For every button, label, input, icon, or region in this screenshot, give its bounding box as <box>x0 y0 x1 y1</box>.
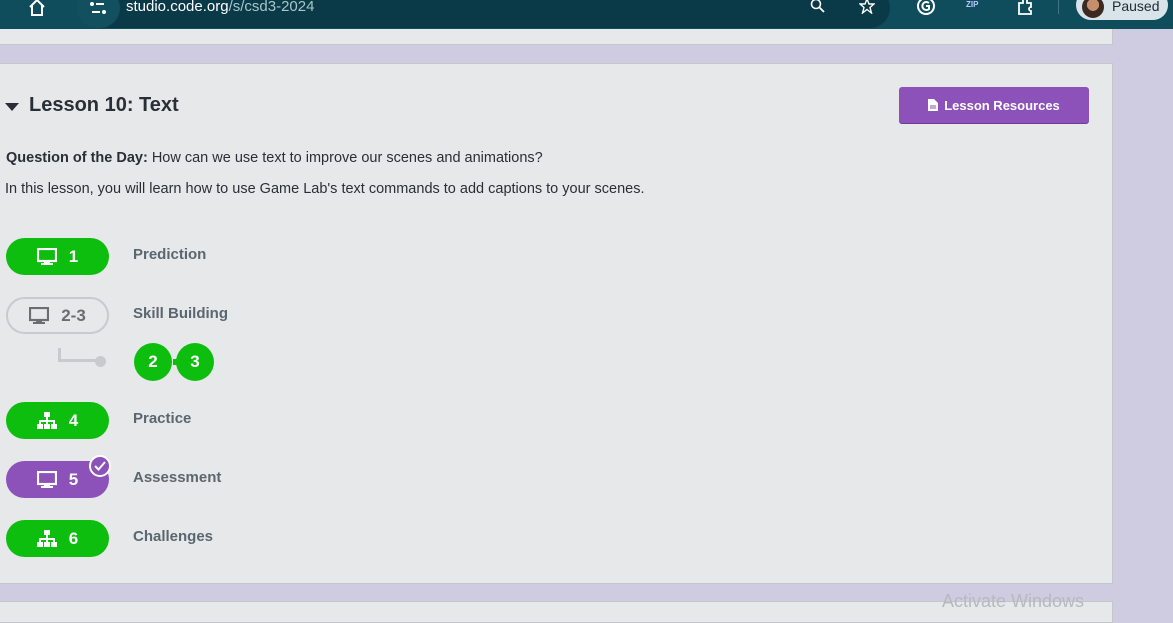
level-bubble-1[interactable]: 1 <box>6 238 109 275</box>
grammarly-icon[interactable] <box>916 0 936 16</box>
level-label-challenges[interactable]: Challenges <box>133 528 213 545</box>
level-number: 4 <box>68 410 79 430</box>
document-icon <box>928 99 939 111</box>
level-label-skill-building[interactable]: Skill Building <box>133 305 228 322</box>
toolbar-divider <box>1058 0 1059 14</box>
sitemap-icon <box>36 529 57 547</box>
avatar <box>1082 0 1104 18</box>
checkmark-icon <box>89 455 111 477</box>
address-bar[interactable]: studio.code.org/s/csd3-2024 <box>76 0 890 28</box>
question-of-the-day: Question of the Day: How can we use text… <box>6 150 543 166</box>
level-number: 2-3 <box>61 305 86 325</box>
url-text[interactable]: studio.code.org/s/csd3-2024 <box>126 0 314 15</box>
zoom-icon[interactable] <box>810 0 826 14</box>
bookmark-star-icon[interactable] <box>859 0 875 14</box>
sublevel-bubble-3[interactable]: 3 <box>176 343 214 381</box>
level-label-prediction[interactable]: Prediction <box>133 246 206 263</box>
lesson-resources-button[interactable]: Lesson Resources <box>899 87 1089 123</box>
question-label: Question of the Day: <box>6 150 148 166</box>
site-settings-icon[interactable] <box>76 0 120 28</box>
extensions-puzzle-icon[interactable] <box>1016 0 1036 16</box>
level-label-practice[interactable]: Practice <box>133 410 191 427</box>
level-bubble-6[interactable]: 6 <box>6 520 109 557</box>
url-domain: studio.code.org <box>126 0 229 15</box>
sublevel-connector <box>58 348 100 362</box>
activate-windows-watermark: Activate Windows <box>942 591 1085 611</box>
lesson-description: In this lesson, you will learn how to us… <box>5 181 645 197</box>
sublevel-bubble-2[interactable]: 2 <box>134 343 172 381</box>
monitor-icon <box>29 306 50 324</box>
browser-toolbar: studio.code.org/s/csd3-2024 ZIP Paused <box>0 0 1173 29</box>
profile-status: Paused <box>1112 0 1160 14</box>
monitor-icon <box>36 247 57 265</box>
previous-lesson-card <box>0 29 1113 45</box>
level-number: 1 <box>68 246 79 266</box>
profile-button[interactable]: Paused <box>1076 0 1168 20</box>
lesson-title[interactable]: Lesson 10: Text <box>29 94 179 117</box>
sublevel-connector-dot <box>95 356 106 367</box>
level-number: 6 <box>68 528 79 548</box>
monitor-icon <box>36 470 57 488</box>
zip-extension-icon[interactable]: ZIP <box>966 0 986 20</box>
level-label-assessment[interactable]: Assessment <box>133 469 221 486</box>
level-bubble-2-3[interactable]: 2-3 <box>6 297 109 334</box>
sitemap-icon <box>36 411 57 429</box>
level-bubble-4[interactable]: 4 <box>6 402 109 439</box>
lesson-card: Lesson 10: Text Lesson Resources Questio… <box>0 63 1113 584</box>
caret-down-icon[interactable] <box>5 103 19 111</box>
home-icon[interactable] <box>27 0 47 17</box>
level-number: 5 <box>68 469 79 489</box>
question-text: How can we use text to improve our scene… <box>147 150 543 166</box>
url-path: /s/csd3-2024 <box>228 0 315 15</box>
lesson-resources-label: Lesson Resources <box>944 97 1060 113</box>
